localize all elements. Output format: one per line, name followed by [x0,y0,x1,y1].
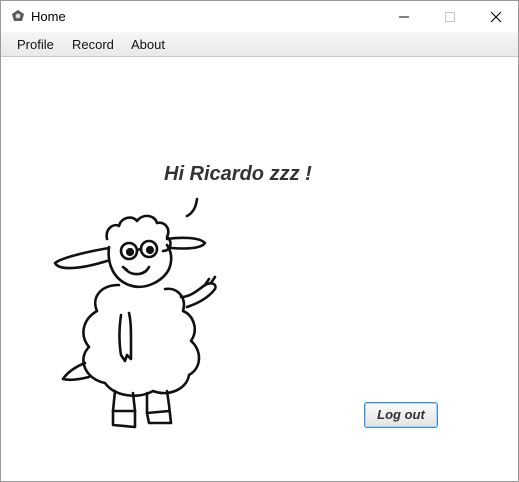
waving-sheep-icon [53,197,217,429]
minimize-icon [399,16,409,18]
menu-item-record[interactable]: Record [72,37,114,52]
maximize-icon [445,12,455,22]
menu-bar: Profile Record About [1,32,518,57]
window-title: Home [31,9,66,24]
greeting-text: Hi Ricardo zzz ! [164,163,312,185]
minimize-button[interactable] [381,1,427,32]
app-window: Home Profile Record About Hi Ricardo zzz… [0,0,519,482]
close-icon [490,11,502,23]
app-icon [10,8,26,24]
logout-button[interactable]: Log out [364,402,438,428]
close-button[interactable] [473,1,518,32]
menu-item-about[interactable]: About [131,37,165,52]
title-bar[interactable]: Home [1,1,518,32]
maximize-button[interactable] [427,1,473,32]
menu-item-profile[interactable]: Profile [17,37,54,52]
